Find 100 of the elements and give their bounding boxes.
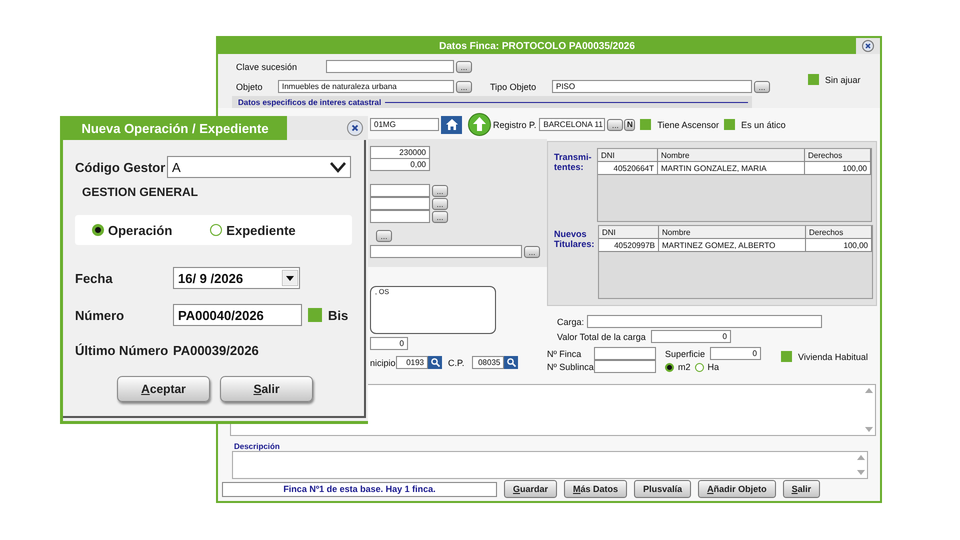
table-cell: 100,00 xyxy=(805,162,871,175)
chevron-down-icon xyxy=(330,161,346,173)
table-cell: 40520997B xyxy=(599,239,659,252)
dialog-title: Nueva Operación / Expediente xyxy=(63,116,287,140)
field-label: Superficie xyxy=(665,348,706,358)
field-label: Valor Total de la carga xyxy=(557,332,647,342)
action-button[interactable]: Añadir Objeto xyxy=(698,480,776,498)
n-button[interactable]: N xyxy=(624,118,636,130)
input-field[interactable] xyxy=(594,360,656,373)
dialog-button[interactable]: Aceptar xyxy=(117,376,210,402)
column-header: Nombre xyxy=(658,149,805,162)
home-icon xyxy=(446,119,458,130)
radio-label: Ha xyxy=(708,362,720,372)
input-field[interactable]: 0193 xyxy=(396,356,428,369)
code-dropdown[interactable]: A xyxy=(167,156,351,178)
checkbox[interactable] xyxy=(724,119,736,130)
column-header: DNI xyxy=(599,226,659,239)
field-label: Registro P. xyxy=(493,120,536,130)
dropdown-arrow-icon xyxy=(282,270,298,286)
column-header: Nombre xyxy=(659,226,806,239)
input-field[interactable]: 230000 xyxy=(370,146,430,159)
radio-button[interactable] xyxy=(210,224,222,236)
search-icon xyxy=(506,358,516,367)
radio-button[interactable] xyxy=(665,362,674,372)
checkbox[interactable] xyxy=(308,308,322,322)
browse-button[interactable]: ... xyxy=(432,184,448,196)
checkbox[interactable] xyxy=(808,74,819,85)
field-label: Tipo Objeto xyxy=(490,82,538,92)
browse-button[interactable]: ... xyxy=(432,210,448,222)
input-field[interactable] xyxy=(587,315,822,328)
table-label: Transmi-tentes: xyxy=(554,151,593,174)
action-button[interactable]: Más Datos xyxy=(564,480,628,498)
field-label: Objeto xyxy=(236,82,264,92)
input-field[interactable] xyxy=(594,347,656,360)
input-field[interactable]: 08035 xyxy=(472,356,504,369)
input-field[interactable] xyxy=(326,60,454,73)
browse-button[interactable]: ... xyxy=(607,118,624,130)
checkbox[interactable] xyxy=(640,119,652,130)
search-icon xyxy=(430,358,440,367)
input-field[interactable]: 0 xyxy=(370,337,408,350)
browse-button[interactable]: ... xyxy=(456,60,472,72)
field-label: C.P. xyxy=(448,358,464,368)
date-dropdown[interactable]: 16/ 9 /2026 xyxy=(173,267,300,289)
description-field[interactable] xyxy=(232,451,868,479)
close-icon[interactable] xyxy=(347,120,363,136)
checkbox-label: Sin ajuar xyxy=(825,74,861,84)
browse-button[interactable]: ... xyxy=(754,80,770,92)
field-label: Carga: xyxy=(557,316,586,326)
field-label: Último Número xyxy=(75,343,170,358)
table-cell: 40520664T xyxy=(598,162,658,175)
radio-button[interactable] xyxy=(694,362,704,372)
scroll-down-icon[interactable] xyxy=(857,470,865,475)
input-field[interactable]: BARCELONA 11 xyxy=(539,118,606,131)
table-cell: 100,00 xyxy=(806,239,872,252)
browse-button[interactable]: ... xyxy=(524,246,540,258)
input-field[interactable]: PISO xyxy=(552,80,752,93)
input-field[interactable]: 01MG xyxy=(370,118,439,131)
close-icon[interactable] xyxy=(862,40,874,52)
field-label: Nº Finca xyxy=(547,348,582,358)
table-cell: MARTIN GONZALEZ, MARIA xyxy=(658,162,805,175)
input-field[interactable] xyxy=(370,184,430,197)
checkbox-label: Tiene Ascensor xyxy=(657,120,720,130)
section-title: Datos especificos de interes catastral xyxy=(238,98,382,106)
window-title: Datos Finca: PROTOCOLO PA00035/2026 xyxy=(218,38,856,54)
field-label: Número xyxy=(75,308,126,322)
scroll-up-icon[interactable] xyxy=(865,388,873,393)
action-button[interactable]: Guardar xyxy=(504,480,558,498)
input-field[interactable] xyxy=(370,197,430,210)
column-header: Derechos xyxy=(805,149,871,162)
column-header: DNI xyxy=(598,149,658,162)
input-field[interactable]: 0,00 xyxy=(370,158,430,171)
scroll-down-icon[interactable] xyxy=(865,427,873,432)
table-cell: MARTINEZ GOMEZ, ALBERTO xyxy=(659,239,806,252)
field-label: Clave sucesión xyxy=(236,62,298,72)
radio-label: Expediente xyxy=(226,222,296,238)
browse-button[interactable]: ... xyxy=(432,198,448,210)
input-field[interactable]: 0 xyxy=(710,347,761,360)
action-button[interactable]: Plusvalía xyxy=(634,480,692,498)
input-field[interactable]: Inmuebles de naturaleza urbana xyxy=(278,80,454,93)
input-field[interactable]: 0 xyxy=(651,330,731,343)
dialog-button[interactable]: Salir xyxy=(220,376,313,402)
search-button[interactable] xyxy=(428,356,442,369)
field-label: Fecha xyxy=(75,270,114,286)
scroll-up-icon[interactable] xyxy=(857,455,865,460)
table-label: Nuevos Titulares: xyxy=(554,228,594,251)
radio-button[interactable] xyxy=(92,224,104,236)
field-label: nicipio xyxy=(370,358,396,368)
input-field[interactable] xyxy=(370,245,522,258)
search-button[interactable] xyxy=(504,356,518,369)
browse-button[interactable]: ... xyxy=(456,80,472,92)
browse-button[interactable]: ... xyxy=(376,230,392,242)
action-button[interactable]: Salir xyxy=(782,480,820,498)
home-button[interactable] xyxy=(441,116,462,134)
input-field[interactable] xyxy=(370,210,430,223)
number-field[interactable]: PA00040/2026 xyxy=(173,304,302,326)
field-label: Código Gestor xyxy=(75,160,166,174)
checkbox-label: Vivienda Habitual xyxy=(798,352,868,362)
checkbox[interactable] xyxy=(781,351,792,362)
status-text: Finca Nº1 de esta base. Hay 1 finca. xyxy=(222,482,497,496)
last-number: PA00039/2026 xyxy=(173,343,259,358)
